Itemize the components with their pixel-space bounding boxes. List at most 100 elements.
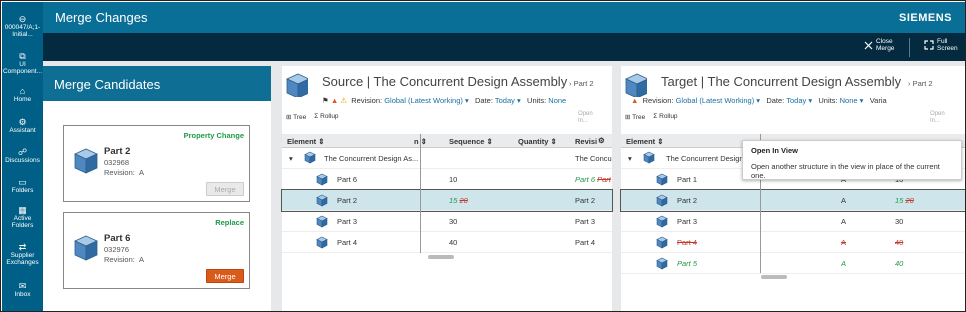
date-select[interactable]: Today xyxy=(786,96,806,105)
source-title: Source | The Concurrent Design Assembly xyxy=(322,74,568,89)
nav-label: Assistant xyxy=(9,127,36,134)
nav-item-assistant[interactable]: ⚙ Assistant xyxy=(2,117,43,134)
source-filters: ⚑ ▲ ⚠ Revision: Global (Latest Working) … xyxy=(322,96,567,105)
part-icon xyxy=(316,173,328,186)
inbox-icon: ✉ xyxy=(18,281,27,291)
rollup-icon: Σ xyxy=(314,113,319,120)
app-window: ⊖ 000047/A;1- Initial... ⧉ UI Component... ⌂ Ho… xyxy=(0,0,966,312)
element-name: Part 2 xyxy=(337,196,358,205)
change-kind: Property Change xyxy=(183,131,244,140)
nav-label: Discussions xyxy=(5,157,40,164)
tooltip-text: Open another structure in the view in pl… xyxy=(751,162,940,180)
col-sequence[interactable]: Sequence ⇕ xyxy=(449,137,493,146)
table-row[interactable]: Part 3 30 Part 3 xyxy=(282,211,612,232)
table-row[interactable]: Part 5 A 40 xyxy=(621,253,965,274)
nav-item-supplier-exchanges[interactable]: ⇄ Supplier Exchanges xyxy=(2,242,43,266)
sequence-value: 40 xyxy=(895,259,904,268)
page-title: Merge Changes xyxy=(55,10,148,25)
warning-icon: ⚠ xyxy=(340,96,348,105)
sequence-value: 30 xyxy=(449,217,458,226)
horizontal-scrollbar[interactable] xyxy=(761,275,787,279)
nav-label: Initial... xyxy=(12,31,33,38)
element-name: Part 3 xyxy=(677,217,698,226)
sequence-value: 40 xyxy=(449,238,458,247)
element-name: Part 3 xyxy=(337,217,358,226)
collapse-icon[interactable]: ▾ xyxy=(628,154,632,163)
collapse-icon[interactable]: ▾ xyxy=(289,154,293,163)
active-folders-icon: ▦ xyxy=(18,205,27,215)
merge-button[interactable]: Merge xyxy=(206,269,244,283)
table-row[interactable]: Part 4 A 40 xyxy=(621,232,965,253)
tree-button[interactable]: ⊞ Tree xyxy=(286,113,306,121)
tree-button[interactable]: ⊞ Tree xyxy=(625,113,645,121)
element-name: Part 4 xyxy=(337,238,358,247)
part-id: 032976 xyxy=(104,245,130,254)
nav-label: 000047/A;1- xyxy=(4,24,41,31)
target-breadcrumb[interactable]: › Part 2 xyxy=(908,79,933,88)
open-in-view-button[interactable]: Open In... xyxy=(578,111,593,125)
element-name: Part 2 xyxy=(677,196,698,205)
column-divider[interactable] xyxy=(420,134,421,253)
part-cube-icon xyxy=(74,148,98,174)
part-name: Part 2 xyxy=(104,146,131,157)
settings-gear-icon[interactable]: ⚙ xyxy=(598,136,605,145)
sequence-value: 10 xyxy=(449,175,458,184)
toolbar-divider xyxy=(909,38,910,57)
nav-label: Folders xyxy=(11,187,34,194)
assembly-cube-icon xyxy=(286,73,308,97)
nav-item-home[interactable]: ⌂ Home xyxy=(2,86,43,103)
units-select[interactable]: None xyxy=(548,96,566,105)
merge-candidates-panel: Merge Candidates Property Change Part 2 … xyxy=(43,66,271,311)
nav-item-discussions[interactable]: ☍ Discussions xyxy=(2,147,43,164)
candidate-card[interactable]: Property Change Part 2 032968 Revision: … xyxy=(63,125,250,202)
sequence-value: 15 20 xyxy=(449,196,468,205)
col-revision[interactable]: Revisi xyxy=(575,137,597,146)
full-screen-button[interactable]: Full Screen xyxy=(924,38,958,52)
part-revision: Revision: A xyxy=(104,255,145,264)
element-name: Part 4 xyxy=(677,238,698,247)
table-row[interactable]: Part 2 A 15 20 xyxy=(620,189,965,212)
merge-candidates-title: Merge Candidates xyxy=(43,66,271,101)
sequence-value: 15 20 xyxy=(895,196,914,205)
merge-button-disabled[interactable]: Merge xyxy=(206,182,244,196)
nav-item-back[interactable]: ⊖ 000047/A;1- Initial... xyxy=(2,14,43,38)
source-breadcrumb[interactable]: › Part 2 xyxy=(569,79,594,88)
revision-value: A xyxy=(841,259,847,268)
part-cube-icon xyxy=(74,235,98,261)
nav-item-active-folders[interactable]: ▦ Active Folders xyxy=(2,205,43,229)
close-merge-button[interactable]: Close Merge xyxy=(864,38,894,52)
back-icon: ⊖ xyxy=(18,14,27,24)
units-select[interactable]: None xyxy=(840,96,858,105)
sequence-value: 40 xyxy=(895,238,904,247)
table-row[interactable]: Part 3 A 30 xyxy=(621,211,965,232)
table-row[interactable]: Part 2 15 20 Part 2 xyxy=(281,189,613,212)
rollup-button[interactable]: Σ Rollup xyxy=(314,113,338,121)
change-kind: Replace xyxy=(215,218,244,227)
element-name: Part 6 xyxy=(337,175,358,184)
nav-item-folders[interactable]: ▭ Folders xyxy=(2,177,43,194)
ui-component-icon: ⧉ xyxy=(19,51,26,61)
nav-item-ui-component[interactable]: ⧉ UI Component... xyxy=(2,51,43,75)
revision-rule-select[interactable]: Global (Latest Working) xyxy=(676,96,755,105)
revision-rule-select[interactable]: Global (Latest Working) xyxy=(384,96,463,105)
nav-label: Exchanges xyxy=(6,259,39,266)
col-quantity[interactable]: Quantity ⇕ xyxy=(518,137,557,146)
change-icon: ▲ xyxy=(330,96,339,105)
nav-label: UI xyxy=(19,61,26,68)
date-select[interactable]: Today xyxy=(495,96,515,105)
open-in-view-tooltip: Open In View Open another structure in t… xyxy=(742,140,962,180)
nav-item-inbox[interactable]: ✉ Inbox xyxy=(2,281,43,298)
revision-value: Part 6 Part xyxy=(575,175,611,184)
open-in-view-button[interactable]: Open In... xyxy=(930,111,945,125)
horizontal-scrollbar[interactable] xyxy=(428,255,454,259)
candidate-card[interactable]: Replace Part 6 032976 Revision: A Merge xyxy=(63,212,250,289)
col-element[interactable]: Element ⇕ xyxy=(287,137,325,146)
part-name: Part 6 xyxy=(104,233,131,244)
rollup-button[interactable]: Σ Rollup xyxy=(653,113,677,121)
table-row[interactable]: Part 4 40 Part 4 xyxy=(282,232,612,253)
col-element[interactable]: Element ⇕ xyxy=(626,137,664,146)
element-name: Part 5 xyxy=(677,259,698,268)
part-icon xyxy=(656,257,668,270)
table-row[interactable]: Part 6 10 Part 6 Part xyxy=(282,169,612,190)
table-row[interactable]: ▾ The Concurrent Design As... The Concu xyxy=(282,148,612,169)
